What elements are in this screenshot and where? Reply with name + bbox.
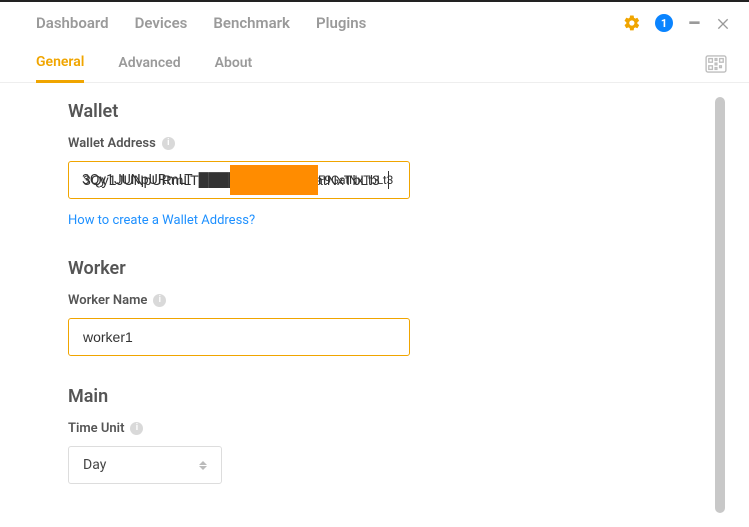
settings-content: Wallet Wallet Address i 3Qy1JUNpURmLT F9… xyxy=(0,83,749,527)
nav-devices[interactable]: Devices xyxy=(135,14,188,32)
wallet-address-input-wrap: 3Qy1JUNpURmLT F9GatNxTbLt3 xyxy=(68,161,410,199)
worker-heading: Worker xyxy=(68,258,685,279)
worker-name-input[interactable] xyxy=(68,318,410,356)
wallet-address-label: Wallet Address xyxy=(68,136,156,151)
top-bar: Dashboard Devices Benchmark Plugins 1 – xyxy=(0,2,749,40)
info-icon[interactable]: i xyxy=(130,422,143,435)
sub-tabs: General Advanced About xyxy=(0,40,749,83)
main-heading: Main xyxy=(68,386,685,407)
wallet-help-link[interactable]: How to create a Wallet Address? xyxy=(68,213,255,228)
tab-general[interactable]: General xyxy=(36,54,84,83)
nav-dashboard[interactable]: Dashboard xyxy=(36,14,109,32)
notification-badge[interactable]: 1 xyxy=(655,14,673,32)
close-button[interactable] xyxy=(715,15,731,31)
section-wallet: Wallet Wallet Address i 3Qy1JUNpURmLT F9… xyxy=(68,101,685,228)
nav-benchmark[interactable]: Benchmark xyxy=(213,14,290,32)
scrollbar[interactable] xyxy=(715,97,725,513)
section-worker: Worker Worker Name i xyxy=(68,258,685,356)
tab-about[interactable]: About xyxy=(215,55,253,81)
section-main: Main Time Unit i Day xyxy=(68,386,685,484)
qr-icon[interactable] xyxy=(705,55,727,81)
time-unit-select[interactable]: Day xyxy=(68,446,222,484)
wallet-heading: Wallet xyxy=(68,101,685,122)
gear-icon[interactable] xyxy=(623,14,641,32)
time-unit-value: Day xyxy=(83,457,106,473)
nav-plugins[interactable]: Plugins xyxy=(316,14,366,32)
text-cursor xyxy=(388,171,389,189)
top-nav: Dashboard Devices Benchmark Plugins xyxy=(36,14,366,32)
scrollbar-thumb[interactable] xyxy=(715,97,725,513)
minimize-button[interactable]: – xyxy=(687,16,701,30)
chevron-updown-icon xyxy=(199,461,207,470)
info-icon[interactable]: i xyxy=(153,294,166,307)
tab-advanced[interactable]: Advanced xyxy=(118,55,180,81)
time-unit-label: Time Unit xyxy=(68,421,124,436)
info-icon[interactable]: i xyxy=(162,137,175,150)
redaction-box xyxy=(230,165,318,195)
worker-name-label: Worker Name xyxy=(68,293,147,308)
